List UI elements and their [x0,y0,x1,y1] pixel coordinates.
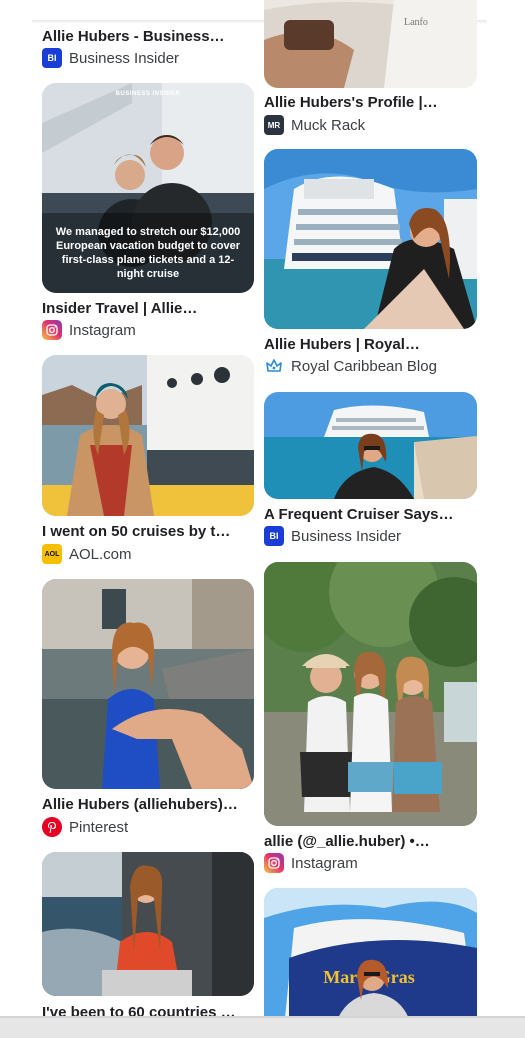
result-source-label: Instagram [69,321,136,339]
image-result-card[interactable]: Allie Hubers (alliehubers)… Pinterest [42,579,254,839]
result-thumbnail[interactable] [42,852,254,996]
result-source-label: Instagram [291,854,358,872]
business-insider-icon: BI [42,48,62,68]
thumbnail-caption: We managed to stretch our $12,000 Europe… [55,226,241,280]
image-result-card[interactable]: I've been to 60 countries … [42,852,254,1022]
result-title[interactable]: Insider Travel | Allie… [42,300,254,317]
image-result-card[interactable]: Mardi Gras [264,888,477,1028]
image-result-card[interactable]: allie (@_allie.huber) •… Instagram [264,562,477,877]
business-insider-icon: BI [264,526,284,546]
result-thumbnail[interactable]: BUSINESS INSIDER We managed to stretch o… [42,83,254,293]
result-thumbnail[interactable]: Mardi Gras [264,888,477,1028]
result-title[interactable]: A Frequent Cruiser Says… [264,506,477,523]
instagram-icon [264,853,284,873]
image-result-card[interactable]: BUSINESS INSIDER We managed to stretch o… [42,83,254,343]
image-result-card[interactable]: I went on 50 cruises by t… AOL AOL.com [42,355,254,570]
image-result-card[interactable]: A Frequent Cruiser Says… BI Business Ins… [264,392,477,552]
result-title[interactable]: Allie Hubers's Profile |… [264,94,477,111]
result-source[interactable]: AOL AOL.com [42,544,132,564]
image-result-card[interactable]: Allie Hubers - Business… BI Business Ins… [42,0,254,70]
result-source[interactable]: Pinterest [42,817,128,837]
result-source-label: AOL.com [69,545,132,563]
result-source-label: Business Insider [69,49,180,67]
result-thumbnail[interactable] [42,579,254,789]
bottom-toolbar [0,1016,525,1038]
result-title[interactable]: Allie Hubers | Royal… [264,336,477,353]
image-result-card[interactable]: Lanfo Allie Hubers's Profile |… MR Muck … [264,0,477,140]
result-source-label: Pinterest [69,818,129,836]
result-title[interactable]: I went on 50 cruises by t… [42,523,254,540]
result-source-label: Muck Rack [291,116,366,134]
result-title[interactable]: Allie Hubers (alliehubers)… [42,796,254,813]
result-thumbnail[interactable] [42,355,254,516]
result-title[interactable]: allie (@_allie.huber) •… [264,833,477,850]
result-source[interactable]: Instagram [264,853,358,873]
muck-rack-icon: MR [264,115,284,135]
result-thumbnail[interactable] [264,392,477,499]
result-source[interactable]: BI Business Insider [42,48,179,68]
result-source-label: Royal Caribbean Blog [291,357,437,375]
result-thumbnail[interactable] [264,149,477,329]
instagram-icon [42,320,62,340]
result-source[interactable]: Instagram [42,320,136,340]
result-source[interactable]: BI Business Insider [264,526,401,546]
image-result-card[interactable]: Allie Hubers | Royal… Royal Caribbean Bl… [264,149,477,379]
business-insider-watermark: BUSINESS INSIDER [115,91,181,97]
aol-icon: AOL [42,544,62,564]
result-source[interactable]: Royal Caribbean Blog [264,356,437,376]
result-thumbnail[interactable]: Lanfo [264,0,477,88]
pinterest-icon [42,817,62,837]
result-thumbnail[interactable] [264,562,477,826]
result-source-label: Business Insider [291,527,402,545]
royal-caribbean-crown-icon [264,356,284,376]
result-source[interactable]: MR Muck Rack [264,115,365,135]
result-title[interactable]: Allie Hubers - Business… [42,28,254,45]
svg-text:Lanfo: Lanfo [404,17,428,28]
